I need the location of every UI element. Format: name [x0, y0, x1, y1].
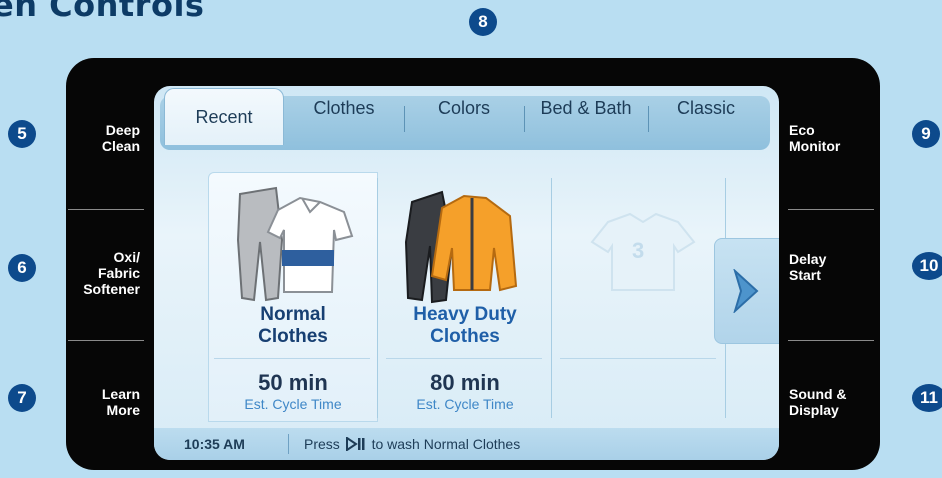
callout-5: 5 — [8, 120, 36, 148]
tab-separator — [404, 106, 405, 132]
cycle-est-label-normal: Est. Cycle Time — [244, 396, 342, 412]
oxi-label-2: Fabric — [97, 265, 140, 281]
cycle-name-normal-line2: Clothes — [258, 326, 328, 347]
sound-display-button[interactable]: Sound & Display — [789, 386, 869, 418]
learn-more-button[interactable]: Learn More — [66, 386, 140, 418]
left-divider-2 — [68, 340, 144, 341]
cycle-est-label-heavy-duty: Est. Cycle Time — [416, 396, 514, 412]
cycle-name-heavy-line2: Clothes — [430, 326, 500, 347]
right-divider-1 — [788, 209, 874, 210]
sound-display-label-1: Sound & — [789, 386, 847, 402]
delay-start-label-2: Start — [789, 267, 821, 283]
callout-9: 9 — [912, 120, 940, 148]
chevron-right-icon — [733, 269, 759, 313]
status-bar: 10:35 AM Press to wash Normal Clothes — [154, 428, 779, 460]
empty-slot-number: 3 — [632, 238, 645, 263]
callout-8: 8 — [469, 8, 497, 36]
oxi-label-3: Softener — [83, 281, 140, 297]
touch-screen: Recent Clothes Colors Bed & Bath Classic… — [154, 86, 779, 460]
tab-colors[interactable]: Colors — [406, 86, 522, 130]
cycle-name-normal: Normal Clothes — [208, 304, 378, 348]
oxi-fabric-softener-button[interactable]: Oxi/ Fabric Softener — [66, 249, 140, 297]
heavy-duty-clothes-icon — [404, 190, 518, 304]
status-msg-pre: Press — [304, 436, 340, 452]
eco-monitor-label-1: Eco — [789, 122, 815, 138]
delay-start-button[interactable]: Delay Start — [789, 251, 869, 283]
tab-recent[interactable]: Recent — [164, 88, 284, 145]
tab-classic[interactable]: Classic — [650, 86, 762, 130]
delay-start-label-1: Delay — [789, 251, 827, 267]
oxi-label-1: Oxi/ — [113, 249, 140, 265]
learn-more-label-2: More — [106, 402, 140, 418]
left-divider-1 — [68, 209, 144, 210]
card-divider — [386, 358, 542, 359]
deep-clean-label-1: Deep — [105, 122, 140, 138]
sound-display-label-2: Display — [789, 402, 839, 418]
deep-clean-label-2: Clean — [101, 138, 140, 154]
card-divider — [560, 358, 716, 359]
status-msg-post: to wash Normal Clothes — [371, 436, 521, 452]
cycle-time-heavy-duty: 80 min — [430, 370, 500, 395]
cycle-name-heavy-duty: Heavy Duty Clothes — [380, 304, 550, 348]
deep-clean-button[interactable]: Deep Clean — [66, 122, 140, 154]
cycle-time-normal: 50 min — [258, 370, 328, 395]
tab-separator — [648, 106, 649, 132]
play-pause-icon — [345, 437, 365, 451]
tab-bed-bath[interactable]: Bed & Bath — [526, 86, 646, 130]
eco-monitor-button[interactable]: Eco Monitor — [789, 122, 869, 154]
page-heading: en Controls — [0, 0, 205, 24]
eco-monitor-label-2: Monitor — [789, 138, 841, 154]
next-page-button[interactable] — [714, 238, 779, 344]
cycle-name-heavy-line1: Heavy Duty — [413, 304, 517, 325]
callout-10: 10 — [912, 252, 942, 280]
status-separator — [288, 434, 289, 454]
callout-11: 11 — [912, 384, 942, 412]
learn-more-label-1: Learn — [101, 386, 140, 402]
cycle-name-normal-line1: Normal — [260, 304, 326, 325]
right-divider-2 — [788, 340, 874, 341]
callout-7: 7 — [8, 384, 36, 412]
status-clock: 10:35 AM — [184, 436, 245, 452]
normal-clothes-icon — [236, 186, 354, 302]
cycle-card-empty-slot[interactable] — [552, 172, 724, 420]
card-divider — [214, 358, 370, 359]
callout-6: 6 — [8, 254, 36, 282]
status-message: Press to wash Normal Clothes — [304, 436, 520, 452]
tab-clothes[interactable]: Clothes — [286, 86, 402, 130]
tab-separator — [524, 106, 525, 132]
